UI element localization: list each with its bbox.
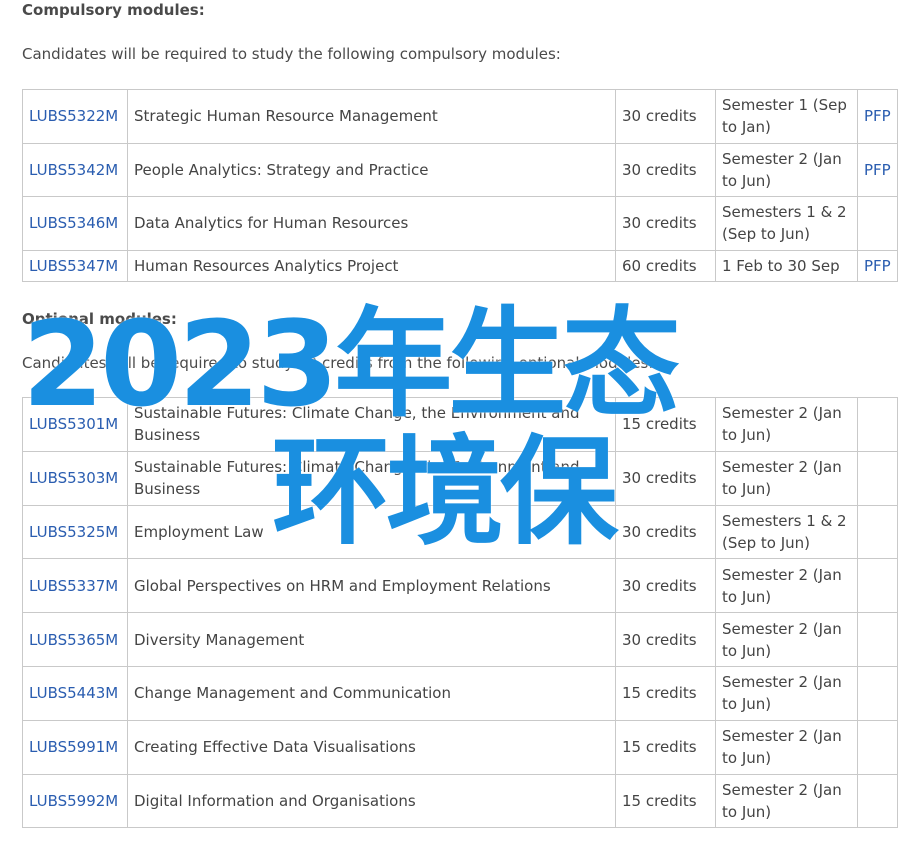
module-row: LUBS5347M Human Resources Analytics Proje… (22, 249, 898, 282)
module-code-link[interactable]: LUBS5325M (29, 523, 118, 541)
module-semester: Semester 2 (Jan to Jun) (715, 719, 858, 775)
pfp-cell (857, 612, 898, 667)
pfp-cell (857, 719, 898, 775)
optional-modules-table: LUBS5301M Sustainable Futures: Climate Ch… (22, 397, 898, 829)
module-credits: 60 credits (615, 249, 716, 282)
module-semester: Semester 2 (Jan to Jun) (715, 142, 858, 197)
module-credits: 30 credits (615, 196, 716, 251)
module-code-link[interactable]: LUBS5365M (29, 631, 118, 649)
pfp-link[interactable]: PFP (864, 161, 891, 179)
module-code-cell: LUBS5303M (22, 450, 128, 506)
module-row: LUBS5322M Strategic Human Resource Manage… (22, 89, 898, 144)
module-title: People Analytics: Strategy and Practice (127, 142, 616, 197)
module-row: LUBS5303M Sustainable Futures: Climate Ch… (22, 450, 898, 506)
module-credits: 30 credits (615, 558, 716, 614)
module-row: LUBS5443M Change Management and Communica… (22, 665, 898, 721)
module-title: Sustainable Futures: Climate Change, the… (127, 397, 616, 452)
pfp-cell (857, 773, 898, 829)
module-code-cell: LUBS5443M (22, 665, 128, 721)
pfp-cell: PFP (857, 249, 898, 282)
module-row: LUBS5337M Global Perspectives on HRM and … (22, 558, 898, 614)
compulsory-table-body: LUBS5322M Strategic Human Resource Manage… (22, 89, 898, 282)
compulsory-heading: Compulsory modules: (22, 1, 205, 19)
module-semester: Semester 2 (Jan to Jun) (715, 558, 858, 614)
pfp-link[interactable]: PFP (864, 107, 891, 125)
module-row: LUBS5301M Sustainable Futures: Climate Ch… (22, 397, 898, 452)
module-code-link[interactable]: LUBS5303M (29, 469, 118, 487)
pfp-cell: PFP (857, 89, 898, 144)
module-code-cell: LUBS5325M (22, 504, 128, 560)
module-code-link[interactable]: LUBS5443M (29, 684, 118, 702)
module-code-link[interactable]: LUBS5347M (29, 257, 118, 275)
module-code-cell: LUBS5337M (22, 558, 128, 614)
pfp-cell (857, 450, 898, 506)
module-semester: Semester 2 (Jan to Jun) (715, 665, 858, 721)
module-row: LUBS5325M Employment Law 30 credits Semeste… (22, 504, 898, 560)
module-credits: 30 credits (615, 612, 716, 667)
compulsory-modules-table: LUBS5322M Strategic Human Resource Manage… (22, 89, 898, 282)
module-code-cell: LUBS5322M (22, 89, 128, 144)
module-code-cell: LUBS5992M (22, 773, 128, 829)
module-code-link[interactable]: LUBS5342M (29, 161, 118, 179)
pfp-cell (857, 196, 898, 251)
module-code-cell: LUBS5991M (22, 719, 128, 775)
module-semester: Semesters 1 & 2 (Sep to Jun) (715, 504, 858, 560)
module-code-cell: LUBS5365M (22, 612, 128, 667)
module-code-link[interactable]: LUBS5322M (29, 107, 118, 125)
module-code-link[interactable]: LUBS5991M (29, 738, 118, 756)
module-row: LUBS5365M Diversity Management 30 credits S… (22, 612, 898, 667)
module-semester: Semester 2 (Jan to Jun) (715, 450, 858, 506)
module-credits: 30 credits (615, 89, 716, 144)
module-code-cell: LUBS5347M (22, 249, 128, 282)
module-title: Human Resources Analytics Project (127, 249, 616, 282)
module-title: Diversity Management (127, 612, 616, 667)
module-semester: Semester 2 (Jan to Jun) (715, 773, 858, 829)
module-title: Change Management and Communication (127, 665, 616, 721)
module-code-cell: LUBS5342M (22, 142, 128, 197)
pfp-cell (857, 665, 898, 721)
module-credits: 15 credits (615, 397, 716, 452)
module-row: LUBS5342M People Analytics: Strategy and … (22, 142, 898, 197)
module-credits: 30 credits (615, 450, 716, 506)
pfp-link[interactable]: PFP (864, 257, 891, 275)
module-code-link[interactable]: LUBS5301M (29, 415, 118, 433)
module-title: Data Analytics for Human Resources (127, 196, 616, 251)
module-row: LUBS5346M Data Analytics for Human Resour… (22, 196, 898, 251)
module-semester: Semesters 1 & 2 (Sep to Jun) (715, 196, 858, 251)
compulsory-intro: Candidates will be required to study the… (22, 45, 561, 63)
module-title: Strategic Human Resource Management (127, 89, 616, 144)
module-title: Sustainable Futures: Climate Change, the… (127, 450, 616, 506)
module-code-link[interactable]: LUBS5992M (29, 792, 118, 810)
optional-intro: Candidates will be required to study 30 … (22, 354, 654, 372)
module-title: Global Perspectives on HRM and Employmen… (127, 558, 616, 614)
module-code-cell: LUBS5346M (22, 196, 128, 251)
module-title: Employment Law (127, 504, 616, 560)
module-code-link[interactable]: LUBS5346M (29, 214, 118, 232)
module-row: LUBS5991M Creating Effective Data Visuali… (22, 719, 898, 775)
optional-table-body: LUBS5301M Sustainable Futures: Climate Ch… (22, 397, 898, 829)
module-credits: 15 credits (615, 719, 716, 775)
pfp-cell: PFP (857, 142, 898, 197)
module-code-link[interactable]: LUBS5337M (29, 577, 118, 595)
module-row: LUBS5992M Digital Information and Organis… (22, 773, 898, 829)
module-semester: Semester 2 (Jan to Jun) (715, 612, 858, 667)
module-credits: 30 credits (615, 504, 716, 560)
pfp-cell (857, 558, 898, 614)
module-title: Creating Effective Data Visualisations (127, 719, 616, 775)
module-semester: Semester 1 (Sep to Jan) (715, 89, 858, 144)
module-code-cell: LUBS5301M (22, 397, 128, 452)
pfp-cell (857, 504, 898, 560)
module-credits: 15 credits (615, 665, 716, 721)
module-semester: Semester 2 (Jan to Jun) (715, 397, 858, 452)
module-credits: 15 credits (615, 773, 716, 829)
module-semester: 1 Feb to 30 Sep (715, 249, 858, 282)
optional-heading: Optional modules: (22, 310, 177, 328)
pfp-cell (857, 397, 898, 452)
module-title: Digital Information and Organisations (127, 773, 616, 829)
module-credits: 30 credits (615, 142, 716, 197)
